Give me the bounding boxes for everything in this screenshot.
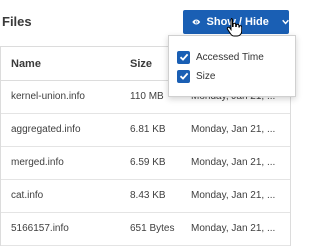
file-name: 5166157.info (11, 223, 69, 234)
file-size: 8.43 KB (130, 190, 166, 201)
menu-option-label: Accessed Time (196, 51, 264, 63)
hand-cursor-icon (226, 18, 242, 37)
file-name: aggregated.info (11, 124, 81, 135)
column-header-name[interactable]: Name (11, 58, 41, 70)
file-name: cat.info (11, 190, 44, 201)
file-size: 6.81 KB (130, 124, 166, 135)
file-accessed-time: Monday, Jan 21, ... (191, 157, 276, 168)
column-visibility-menu: Accessed Time Size (168, 35, 296, 97)
file-size: 6.59 KB (130, 157, 166, 168)
file-accessed-time: Monday, Jan 21, ... (191, 190, 276, 201)
menu-option-size[interactable]: Size (177, 68, 215, 84)
eye-icon (192, 19, 201, 25)
file-accessed-time: Monday, Jan 21, ... (191, 223, 276, 234)
table-row[interactable]: 5166157.info 651 Bytes Monday, Jan 21, .… (1, 213, 290, 246)
file-name: kernel-union.info (11, 91, 85, 102)
file-size: 110 MB (130, 91, 164, 102)
table-row[interactable]: cat.info 8.43 KB Monday, Jan 21, ... (1, 180, 290, 213)
file-accessed-time: Monday, Jan 21, ... (191, 124, 276, 135)
file-size: 651 Bytes (130, 223, 175, 234)
table-row[interactable]: aggregated.info 6.81 KB Monday, Jan 21, … (1, 114, 290, 147)
column-header-size[interactable]: Size (130, 58, 152, 70)
checkmark-icon (179, 53, 188, 61)
table-row[interactable]: merged.info 6.59 KB Monday, Jan 21, ... (1, 147, 290, 180)
checkmark-icon (179, 72, 188, 80)
accessed-time-checkbox[interactable] (177, 50, 190, 64)
size-checkbox[interactable] (177, 69, 190, 83)
file-name: merged.info (11, 157, 64, 168)
menu-option-label: Size (196, 70, 216, 82)
files-title: Files (2, 14, 32, 29)
menu-option-accessed-time[interactable]: Accessed Time (177, 49, 264, 65)
chevron-down-icon (282, 19, 289, 25)
